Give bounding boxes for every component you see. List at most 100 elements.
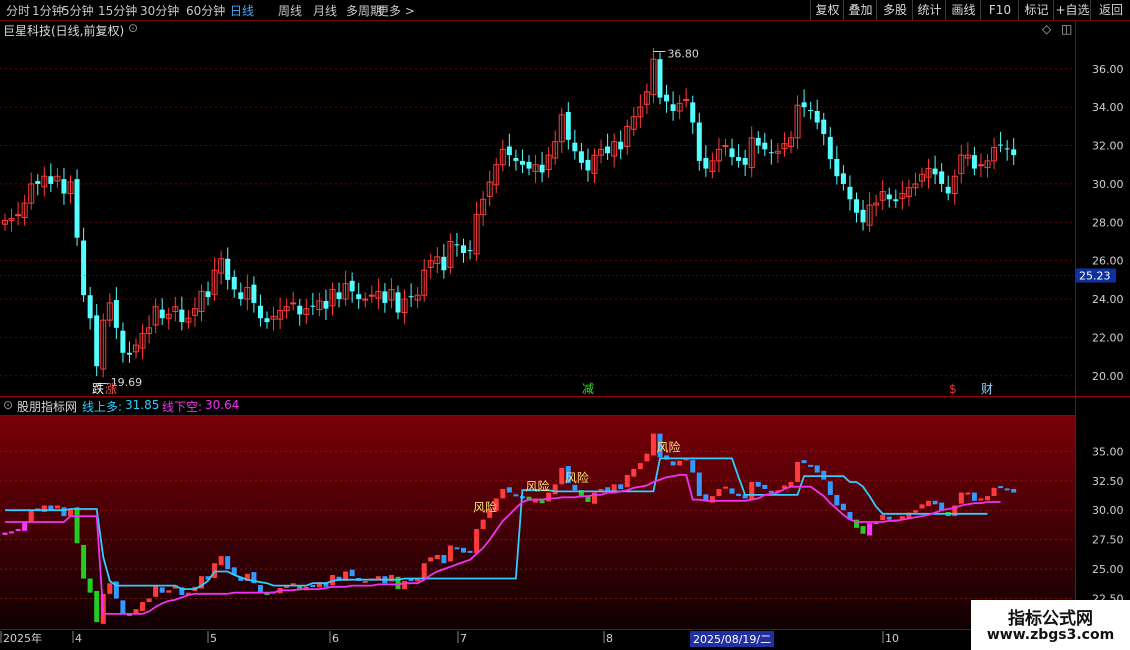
- indicator-bar: [690, 460, 696, 473]
- indicator-bar: [919, 504, 925, 509]
- price-tick-label: 30.00: [1092, 178, 1124, 191]
- indicator-bar: [755, 481, 761, 487]
- indicator-bar: [166, 590, 172, 593]
- candle-body: [15, 214, 22, 217]
- candle-body: [61, 179, 67, 194]
- indicator-bar: [153, 585, 159, 597]
- candle-body: [506, 146, 512, 156]
- diamond-icon[interactable]: ◇: [1042, 22, 1051, 36]
- candle-body: [605, 146, 611, 154]
- date-label: 8: [606, 632, 613, 645]
- candle-body: [670, 104, 676, 111]
- candle-body: [382, 291, 388, 303]
- indicator-bar: [637, 463, 643, 469]
- indicator-bar: [257, 585, 263, 593]
- candle-body: [808, 110, 814, 112]
- candle-body: [860, 209, 866, 223]
- candle-body: [814, 111, 820, 123]
- indicator-bar: [768, 490, 774, 493]
- indicator-bar: [513, 494, 519, 497]
- candle-body: [977, 164, 984, 167]
- indicator-bar: [644, 453, 650, 462]
- indicator-bar: [572, 484, 578, 491]
- candle-body: [736, 157, 742, 161]
- indicator-name[interactable]: 股朋指标网: [17, 398, 77, 415]
- candle-body: [827, 136, 833, 159]
- candle-body: [441, 256, 447, 271]
- indicator-bar: [624, 474, 630, 488]
- indicator-bar: [434, 554, 440, 560]
- indicator-bar: [808, 464, 814, 467]
- indicator-bar: [421, 563, 427, 579]
- candle-body: [179, 309, 185, 323]
- chevron-down-icon[interactable]: ⊙: [128, 21, 138, 35]
- indicator-bar: [552, 484, 558, 495]
- indicator-bar: [736, 493, 742, 497]
- indicator-bar: [9, 531, 15, 534]
- candle-body: [840, 173, 846, 184]
- date-label: 7: [460, 632, 467, 645]
- indicator-bar: [212, 563, 218, 578]
- indicator-bar: [860, 526, 866, 534]
- risk-label: 风险: [565, 470, 589, 485]
- candle-body: [690, 102, 696, 123]
- indicator-bar: [696, 472, 702, 497]
- window-icon[interactable]: ◫: [1061, 22, 1072, 36]
- candle-body: [664, 94, 670, 102]
- event-marker: 跌: [92, 381, 104, 396]
- indicator-bar: [886, 516, 892, 520]
- candle-body: [847, 186, 853, 200]
- indicator-bar: [159, 587, 165, 593]
- indicator-bar: [926, 500, 932, 507]
- indicator-bar: [631, 469, 637, 477]
- watermark-title: 指标公式网: [1008, 609, 1093, 629]
- indicator-bar: [54, 505, 60, 509]
- candle-body: [939, 171, 945, 184]
- candle-body: [159, 309, 165, 319]
- candle-body: [113, 300, 119, 328]
- indicator-bar: [461, 547, 466, 553]
- indicator-bar: [447, 545, 453, 562]
- ind-tick-label: 35.00: [1092, 445, 1124, 458]
- indicator-bar: [834, 494, 840, 506]
- indicator-bar: [867, 523, 873, 536]
- indicator-bar: [965, 492, 971, 495]
- indicator-bar: [225, 556, 231, 570]
- indicator-bar: [670, 461, 676, 466]
- settings-icon[interactable]: ⊙: [3, 398, 13, 412]
- indicator-bar: [22, 522, 28, 531]
- indicator-bar: [762, 484, 768, 490]
- candle-body: [94, 315, 100, 367]
- candle-body: [821, 119, 827, 135]
- indicator-bar: [971, 492, 977, 501]
- indicator-bar: [362, 580, 368, 583]
- candle-body: [768, 152, 774, 154]
- candle-body: [362, 298, 369, 301]
- indicator-bar: [559, 467, 565, 485]
- candle-body: [585, 159, 591, 171]
- candle-body: [526, 161, 532, 169]
- indicator-bar: [310, 585, 316, 588]
- candle-body: [408, 296, 414, 298]
- indicator-bar: [1011, 489, 1017, 493]
- indicator-bar: [716, 489, 722, 497]
- candle-body: [762, 142, 768, 150]
- date-label: 6: [332, 632, 339, 645]
- indicator-bar: [474, 529, 480, 554]
- candle-body: [238, 292, 244, 300]
- indicator-bar: [723, 486, 728, 489]
- event-marker: 财: [981, 382, 993, 396]
- indicator-bar: [146, 598, 152, 603]
- candle-body: [886, 194, 892, 200]
- line-down-label: 线下空:: [162, 400, 203, 414]
- candle-body: [578, 151, 584, 163]
- date-label: 2025年: [3, 631, 42, 645]
- price-tick-label: 24.00: [1092, 293, 1124, 306]
- indicator-panel: [0, 415, 1075, 629]
- kline-chart[interactable]: 36.00 34.00 32.00 30.00 28.00 26.00 24.00 22.00…: [0, 0, 1130, 650]
- indicator-bar: [991, 487, 997, 497]
- indicator-bar: [958, 492, 964, 504]
- candle-body: [290, 302, 297, 305]
- event-marker: 涨: [105, 381, 117, 396]
- candle-body: [683, 98, 690, 101]
